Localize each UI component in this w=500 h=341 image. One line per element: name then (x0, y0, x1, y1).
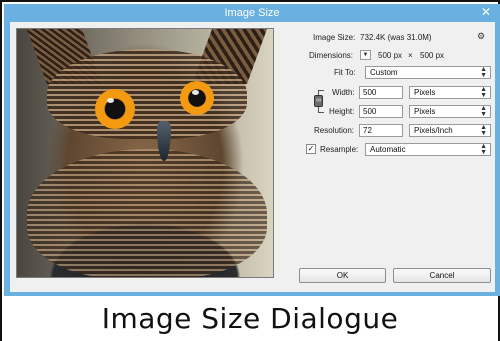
cancel-button[interactable]: Cancel (393, 268, 491, 283)
height-unit-select[interactable]: Pixels ▲ ▼ (409, 105, 491, 118)
chevron-updown-icon: ▲ ▼ (480, 143, 487, 156)
image-size-dialog: Image Size ✕ Image Size: 732.4K (was 31.… (4, 4, 500, 296)
fit-to-value: Custom (370, 68, 398, 77)
height-label: Height: (329, 107, 355, 116)
image-size-value: 732.4K (was 31.0M) (360, 33, 432, 42)
fit-to-select[interactable]: Custom ▲ ▼ (365, 66, 491, 79)
dimensions-separator: × (408, 51, 413, 60)
ok-button[interactable]: OK (299, 268, 386, 283)
resolution-unit-value: Pixels/Inch (414, 126, 453, 135)
chevron-updown-icon: ▲ ▼ (480, 86, 487, 99)
screenshot-frame: Image Size ✕ Image Size: 732.4K (was 31.… (0, 0, 500, 341)
title-bar: Image Size ✕ (4, 4, 500, 22)
resolution-input[interactable]: 72 (359, 124, 403, 137)
width-unit-select[interactable]: Pixels ▲ ▼ (409, 86, 491, 99)
chevron-updown-icon: ▲ ▼ (480, 66, 487, 79)
close-icon[interactable]: ✕ (478, 5, 494, 20)
resolution-label: Resolution: (314, 126, 355, 135)
chevron-updown-icon: ▲ ▼ (480, 124, 487, 137)
chevron-down-icon[interactable]: ▼ (360, 50, 371, 60)
width-input[interactable]: 500 (359, 86, 403, 99)
image-size-label: Image Size: (313, 33, 356, 42)
owl-eye-left (95, 89, 135, 129)
resample-select[interactable]: Automatic ▲ ▼ (365, 143, 491, 156)
dimensions-width: 500 px (378, 51, 403, 60)
caption: Image Size Dialogue (2, 296, 498, 341)
resolution-unit-select[interactable]: Pixels/Inch ▲ ▼ (409, 124, 491, 137)
dimensions-height: 500 px (420, 51, 445, 60)
window-title: Image Size (224, 7, 280, 19)
image-preview (16, 28, 274, 278)
resample-checkbox[interactable]: ✓ (306, 144, 316, 154)
chevron-updown-icon: ▲ ▼ (480, 105, 487, 118)
resample-value: Automatic (370, 145, 406, 154)
gear-icon[interactable]: ⚙ (477, 31, 485, 42)
height-input[interactable]: 500 (359, 105, 403, 118)
owl-head-feathers (47, 49, 247, 139)
fit-to-label: Fit To: (334, 68, 356, 77)
width-label: Width: (332, 88, 355, 97)
link-icon[interactable]: ∞ (314, 95, 323, 107)
dimensions-label: Dimensions: (309, 51, 354, 60)
owl-eye-right (180, 81, 214, 115)
owl-chest-feathers (27, 149, 267, 277)
resample-label: Resample: (320, 145, 359, 154)
height-unit-value: Pixels (414, 107, 436, 116)
dialog-content: Image Size: 732.4K (was 31.0M) ⚙ Dimensi… (10, 22, 495, 292)
width-unit-value: Pixels (414, 88, 436, 97)
